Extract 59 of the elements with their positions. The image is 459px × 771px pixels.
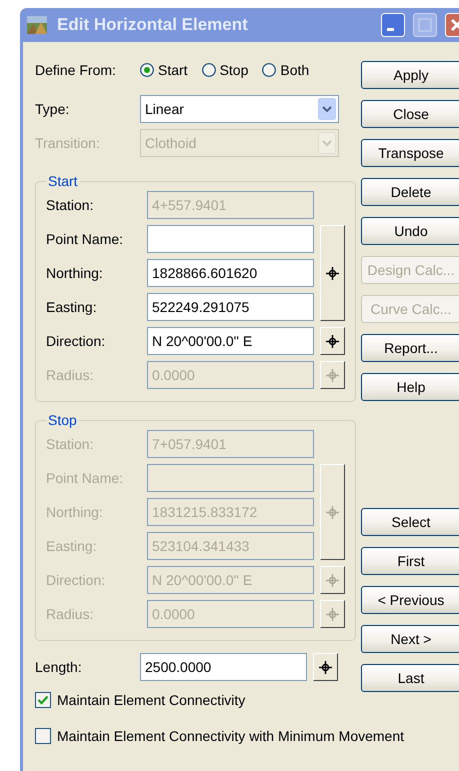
crosshair-icon: [326, 334, 339, 348]
dialog-button[interactable]: Help: [361, 373, 459, 401]
window-title: Edit Horizontal Element: [57, 15, 249, 35]
field-label: Transition:: [35, 135, 101, 151]
pick-button[interactable]: [313, 653, 338, 681]
field-label: Define From:: [35, 62, 117, 78]
dialog-button[interactable]: Apply: [361, 61, 459, 89]
dialog-button[interactable]: Report...: [361, 334, 459, 362]
field-label: Radius:: [46, 606, 94, 622]
dialog-button[interactable]: Undo: [361, 217, 459, 245]
radio-option[interactable]: Both: [262, 62, 310, 78]
field-label: Northing:: [46, 265, 104, 281]
crosshair-icon: [326, 608, 339, 620]
dialog-button[interactable]: Last: [361, 664, 459, 692]
dialog-button[interactable]: < Previous: [361, 586, 459, 614]
pick-button[interactable]: [320, 566, 345, 594]
crosshair-icon: [326, 574, 339, 586]
pick-button[interactable]: [320, 225, 345, 321]
checkbox-label: Maintain Element Connectivity: [57, 692, 246, 708]
field-label: Direction:: [46, 333, 106, 349]
radio-option[interactable]: Stop: [202, 62, 248, 78]
field-label: Point Name:: [46, 231, 124, 247]
pick-button[interactable]: [320, 361, 345, 389]
app-icon: [27, 16, 47, 34]
checkbox-label: Maintain Element Connectivity with Minimum Movement: [57, 728, 404, 744]
crosshair-icon: [326, 368, 339, 382]
crosshair-icon: [319, 660, 332, 674]
input-field[interactable]: [147, 225, 314, 253]
input-field[interactable]: N 20^00'00.0'' E: [147, 327, 314, 355]
minimize-icon[interactable]: [381, 13, 405, 37]
field-label: Station:: [46, 436, 94, 452]
dialog-button[interactable]: Select: [361, 508, 459, 536]
dropdown[interactable]: Linear: [140, 95, 339, 123]
field-label: Station:: [46, 197, 94, 213]
dialog-button[interactable]: Next >: [361, 625, 459, 653]
field-label: Radius:: [46, 367, 94, 383]
input-field[interactable]: 522249.291075: [147, 293, 314, 321]
crosshair-icon: [326, 266, 339, 280]
pick-button[interactable]: [320, 600, 345, 628]
field-label: Northing:: [46, 504, 104, 520]
crosshair-icon: [326, 506, 339, 518]
dialog-button[interactable]: Transpose: [361, 139, 459, 167]
radio-option[interactable]: Start: [140, 62, 188, 78]
checkbox[interactable]: [35, 692, 51, 708]
field-label: Type:: [35, 101, 70, 117]
field-label: Direction:: [46, 572, 106, 588]
dialog-button[interactable]: First: [361, 547, 459, 575]
input-field[interactable]: 2500.0000: [140, 653, 307, 681]
group-title: Stop: [47, 412, 78, 428]
group-title: Start: [47, 173, 79, 189]
field-label: Easting:: [46, 538, 98, 554]
field-label: Length:: [35, 659, 83, 675]
pick-button[interactable]: [320, 327, 345, 355]
input-field[interactable]: 1828866.601620: [147, 259, 314, 287]
field-label: Point Name:: [46, 470, 124, 486]
checkbox[interactable]: [35, 728, 51, 744]
dialog-button[interactable]: Delete: [361, 178, 459, 206]
field-label: Easting:: [46, 299, 98, 315]
dialog-button[interactable]: Close: [361, 100, 459, 128]
